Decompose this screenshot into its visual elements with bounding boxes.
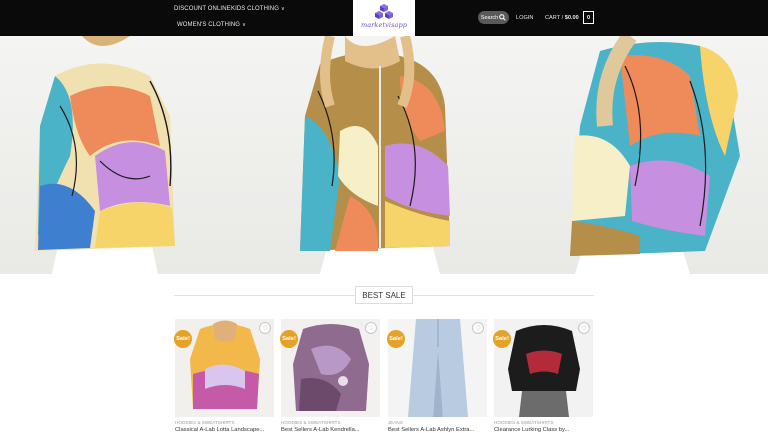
heart-icon[interactable]: ♡ (259, 322, 271, 334)
heart-icon[interactable]: ♡ (365, 322, 377, 334)
sale-badge: Sale! (174, 330, 192, 348)
search-icon (499, 14, 506, 21)
chevron-down-icon: ∨ (242, 22, 246, 28)
heart-icon[interactable]: ♡ (578, 322, 590, 334)
product-card[interactable]: Sale! ♡ HOODIES & SWEATSHIRTS Clearance … (493, 319, 593, 433)
logo-wordmark: marketvisapp (360, 21, 408, 29)
section-title: BEST SALE (355, 286, 413, 304)
cart-link[interactable]: CART / $0.00 (545, 15, 579, 21)
login-link[interactable]: LOGIN (516, 15, 533, 21)
site-header: DISCOUNT ONLINE KIDS CLOTHING ∨ WOMEN'S C… (0, 0, 768, 36)
nav-discount-online[interactable]: DISCOUNT ONLINE (174, 6, 231, 12)
sale-badge: Sale! (493, 330, 511, 348)
hero-banner[interactable] (0, 36, 768, 274)
model-front-view (300, 36, 450, 274)
product-card[interactable]: Sale! ♡ HOODIES & SWEATSHIRTS Best Selle… (280, 319, 380, 433)
nav-womens-clothing[interactable]: WOMEN'S CLOTHING ∨ (177, 22, 246, 28)
heart-icon[interactable]: ♡ (472, 322, 484, 334)
section-divider-right (413, 295, 594, 296)
product-card[interactable]: Sale! ♡ JEANS Best Sellers A-Lab Ashlyn … (387, 319, 487, 433)
hero-jacket-photo (0, 36, 768, 274)
section-divider-left (174, 295, 355, 296)
product-title[interactable]: Best Sellers A-Lab Ashlyn Extra... (388, 427, 487, 433)
cart-total: $0.00 (564, 15, 579, 21)
sale-badge: Sale! (280, 330, 298, 348)
product-category[interactable]: HOODIES & SWEATSHIRTS (175, 420, 274, 425)
product-category[interactable]: HOODIES & SWEATSHIRTS (281, 420, 380, 425)
search-button[interactable]: Search (478, 11, 509, 24)
product-title[interactable]: Clearance Lurking Class by... (494, 427, 593, 433)
product-card[interactable]: Sale! ♡ HOODIES & SWEATSHIRTS Classical … (174, 319, 274, 433)
sale-badge: Sale! (387, 330, 405, 348)
product-category[interactable]: HOODIES & SWEATSHIRTS (494, 420, 593, 425)
cube-logo-icon (375, 4, 393, 19)
site-logo[interactable]: marketvisapp (353, 0, 415, 36)
product-title[interactable]: Classical A-Lab Lotta Landscape... (175, 427, 274, 433)
nav-kids-clothing[interactable]: KIDS CLOTHING ∨ (231, 6, 285, 12)
chevron-down-icon: ∨ (280, 6, 285, 12)
product-category[interactable]: JEANS (388, 420, 487, 425)
cart-count-badge[interactable]: 0 (583, 11, 594, 24)
search-label: Search (480, 14, 499, 21)
product-title[interactable]: Best Sellers A-Lab Kendrella... (281, 427, 380, 433)
